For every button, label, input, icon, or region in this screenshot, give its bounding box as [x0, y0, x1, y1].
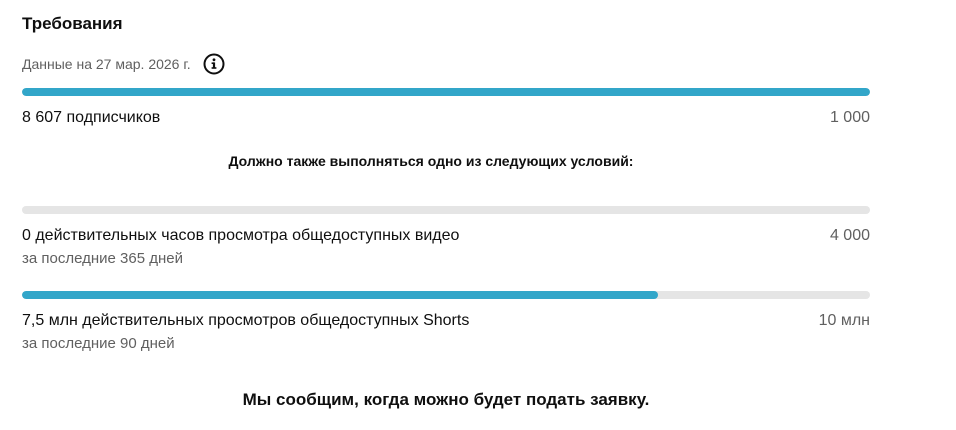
shorts-views-label: 7,5 млн действительных просмотров общедо…	[22, 312, 470, 329]
subscribers-label: 8 607 подписчиков	[22, 109, 161, 126]
data-date-text: Данные на 27 мар. 2026 г.	[22, 56, 191, 72]
condition-note: Должно также выполняться одно из следующ…	[228, 153, 634, 169]
subscribers-progress-fill	[22, 88, 870, 96]
watch-hours-progress-bar	[22, 206, 870, 214]
page-title: Требования	[22, 14, 123, 33]
watch-hours-target: 4 000	[829, 227, 870, 244]
watch-hours-label: 0 действительных часов просмотра общедос…	[22, 227, 460, 244]
eligibility-note: Мы сообщим, когда можно будет подать зая…	[242, 390, 650, 409]
info-icon[interactable]	[203, 53, 225, 75]
subscribers-progress-bar	[22, 88, 870, 96]
subscribers-target: 1 000	[829, 109, 870, 126]
watch-hours-period: за последние 365 дней	[22, 250, 183, 267]
shorts-views-target: 10 млн	[818, 312, 870, 329]
shorts-views-period: за последние 90 дней	[22, 335, 175, 352]
shorts-views-progress-fill	[22, 291, 658, 299]
shorts-views-progress-bar	[22, 291, 870, 299]
data-date-row: Данные на 27 мар. 2026 г.	[22, 52, 225, 76]
